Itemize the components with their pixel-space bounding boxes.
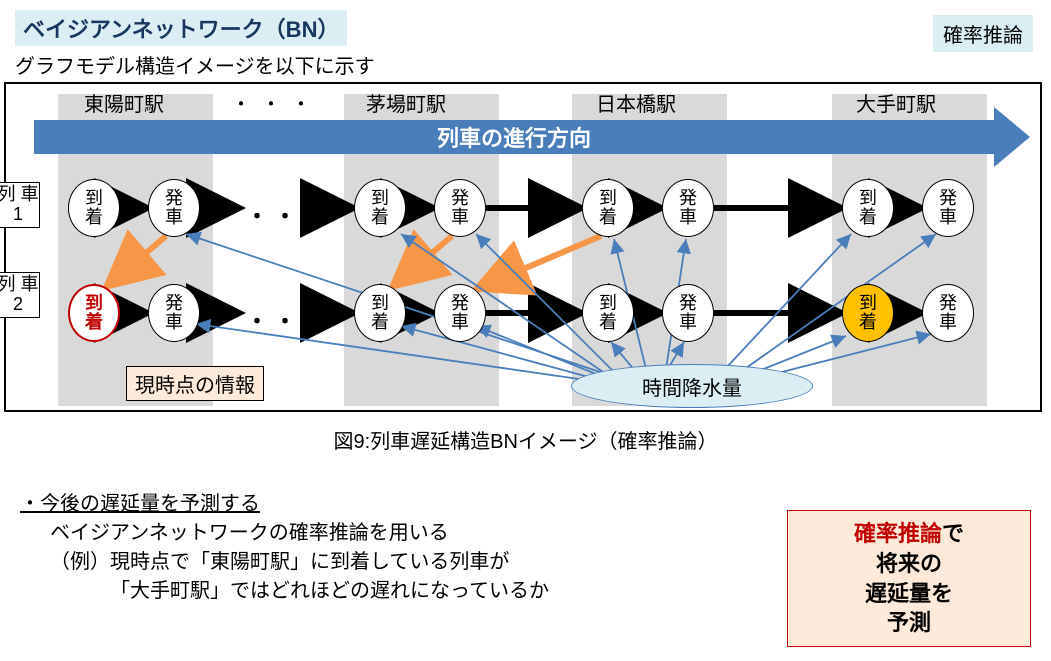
rain-node: 時間降水量	[571, 364, 813, 408]
bullet-section: ・今後の遅延量を予測する ベイジアンネットワークの確率推論を用いる （例）現時点…	[20, 490, 549, 606]
node-t1-s2-arr: 到 着	[354, 179, 406, 237]
node-t2-s1-arr-current: 到 着	[68, 284, 120, 342]
row2-ellipsis: ・・・	[246, 304, 330, 336]
figure-caption: 図9:列車遅延構造BNイメージ（確率推論）	[0, 425, 1051, 454]
node-t2-s1-dep: 発 車	[148, 284, 200, 342]
bullet-l3: 「大手町駅」ではどれほどの遅れになっているか	[20, 577, 549, 606]
station-label-3: 日本橋駅	[596, 88, 676, 117]
node-t1-s3-arr: 到 着	[582, 179, 634, 237]
future-l1b: で	[942, 521, 964, 546]
node-t2-s4-arr-target: 到 着	[842, 284, 894, 342]
node-t2-s2-arr: 到 着	[354, 284, 406, 342]
node-t2-s4-dep: 発 車	[922, 284, 974, 342]
node-t1-s3-dep: 発 車	[662, 179, 714, 237]
station-label-4: 大手町駅	[856, 88, 936, 117]
node-t1-s4-dep: 発 車	[922, 179, 974, 237]
station-label-2: 茅場町駅	[366, 88, 446, 117]
node-t2-s3-dep: 発 車	[662, 284, 714, 342]
direction-label: 列車の進行方向	[437, 121, 591, 153]
future-l4: 予測	[794, 608, 1024, 638]
current-info-label: 現時点の情報	[126, 366, 264, 401]
bullet-heading: ・今後の遅延量を予測する	[20, 493, 260, 515]
bn-diagram: 東陽町駅 ・・・ 茅場町駅 日本橋駅 大手町駅 列車の進行方向 列 車 1 列 …	[4, 82, 1042, 412]
train-label-1: 列 車 1	[0, 182, 40, 228]
bullet-l2: （例）現時点で「東陽町駅」に到着している列車が	[20, 548, 549, 577]
node-t2-s3-arr: 到 着	[582, 284, 634, 342]
node-t1-s4-arr: 到 着	[842, 179, 894, 237]
node-t1-s2-dep: 発 車	[434, 179, 486, 237]
future-l1a: 確率推論	[854, 521, 942, 546]
station-label-1: 東陽町駅	[84, 88, 164, 117]
node-t1-s1-dep: 発 車	[148, 179, 200, 237]
station-ellipsis: ・・・	[231, 88, 321, 117]
page-title: ベイジアンネットワーク（BN）	[15, 10, 347, 46]
future-l2: 将来の	[794, 549, 1024, 579]
bullet-l1: ベイジアンネットワークの確率推論を用いる	[20, 519, 549, 548]
train-label-2: 列 車 2	[0, 272, 40, 318]
future-l3: 遅延量を	[794, 579, 1024, 609]
direction-arrow: 列車の進行方向	[34, 120, 1030, 154]
node-t2-s2-dep: 発 車	[434, 284, 486, 342]
subtitle: グラフモデル構造イメージを以下に示す	[15, 50, 375, 79]
node-t1-s1-arr: 到 着	[68, 179, 120, 237]
future-box: 確率推論で 将来の 遅延量を 予測	[787, 510, 1031, 647]
top-right-tag: 確率推論	[933, 15, 1033, 52]
row1-ellipsis: ・・・	[246, 199, 330, 231]
